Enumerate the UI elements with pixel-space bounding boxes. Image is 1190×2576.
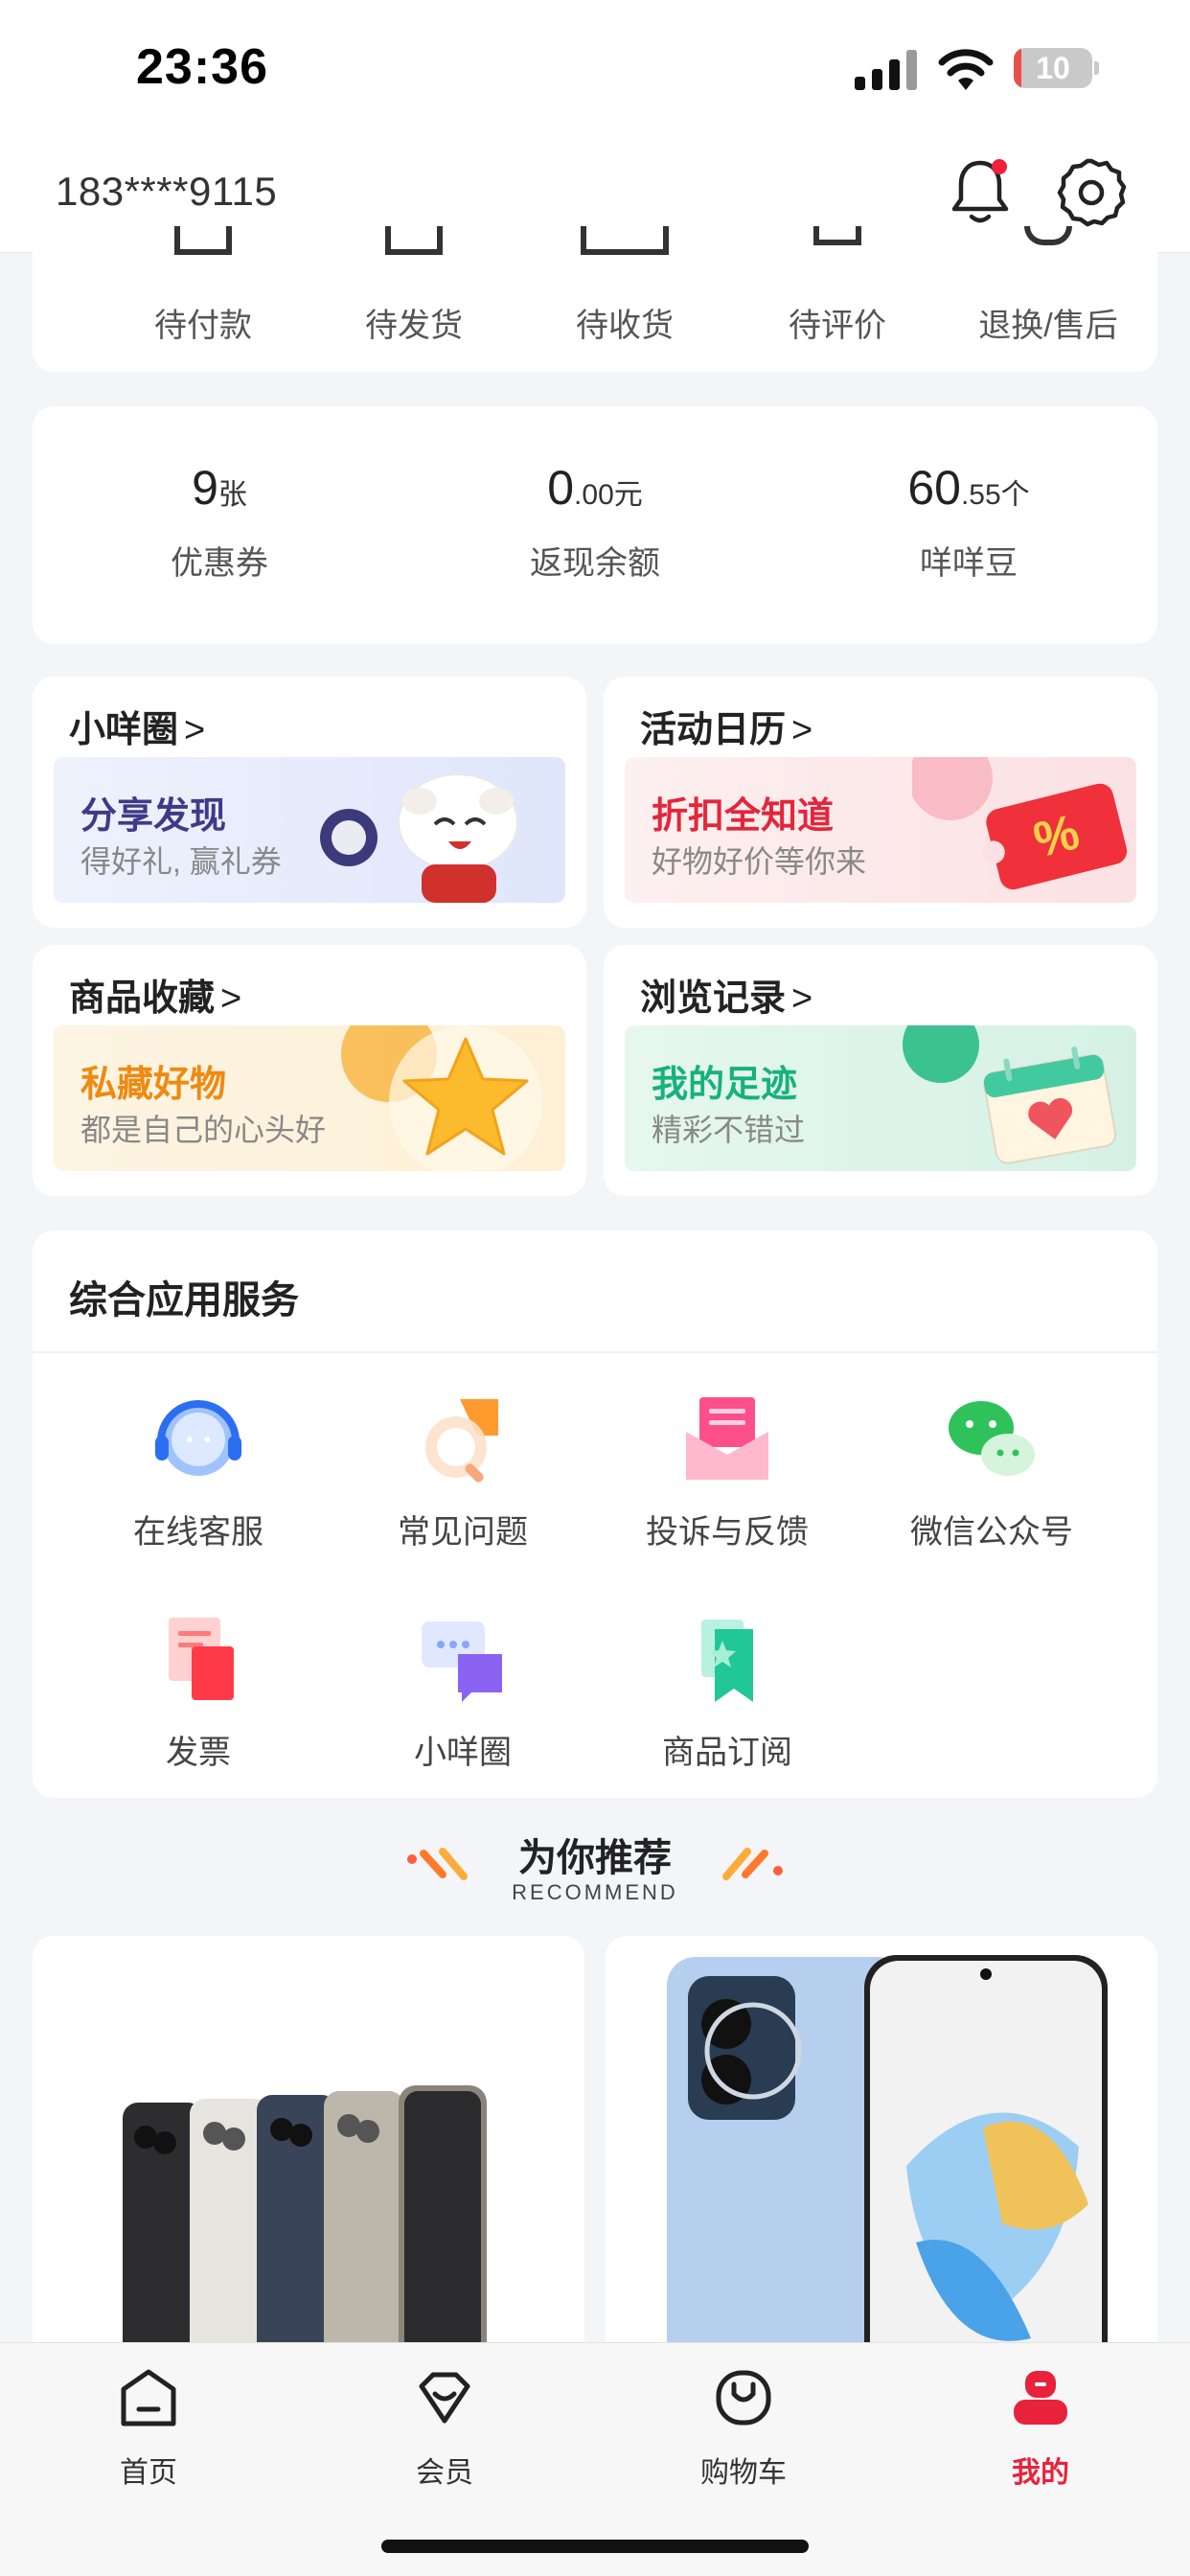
service-subscription[interactable]: 商品订阅: [595, 1612, 859, 1773]
chevron-right-icon: >: [220, 978, 242, 1019]
recommend-subtitle: RECOMMEND: [512, 1880, 678, 1904]
history-banner: 我的足迹 精彩不错过: [625, 1025, 1136, 1171]
chevron-right-icon: >: [791, 710, 813, 750]
stat-cashback[interactable]: 0.00元 返现余额: [408, 460, 782, 584]
mascot-icon: [320, 773, 518, 903]
cart-icon: [716, 2370, 771, 2426]
wallet-icon: [174, 226, 232, 255]
profile-icon: [1014, 2371, 1067, 2425]
truck-icon: [581, 226, 669, 255]
comment-icon: [813, 226, 861, 245]
home-icon: [121, 2369, 176, 2426]
member-icon: [419, 2372, 470, 2424]
user-phone: 183****9115: [56, 169, 278, 214]
question-icon: [425, 1399, 498, 1483]
headset-icon: [155, 1400, 241, 1476]
calendar-banner: 折扣全知道 好物好价等你来 %: [625, 757, 1136, 903]
tab-cart[interactable]: 购物车: [648, 2367, 839, 2491]
envelope-icon: [686, 1397, 768, 1480]
service-feedback[interactable]: 投诉与反馈: [595, 1392, 859, 1552]
star-icon: [341, 1025, 542, 1171]
service-invoice[interactable]: 发票: [66, 1612, 331, 1773]
tile-history[interactable]: 浏览记录 > 我的足迹 精彩不错过: [604, 945, 1157, 1196]
divider: [33, 1351, 1157, 1353]
community-banner: 分享发现 得好礼, 赢礼券: [54, 757, 565, 903]
status-time: 23:36: [136, 39, 268, 95]
wifi-icon: [938, 49, 994, 90]
shield-icon: [1024, 226, 1072, 245]
stat-coupons[interactable]: 9张 优惠券: [33, 460, 406, 584]
order-status-card: 待付款 待发货 待收货 待评价 退换/售后: [33, 226, 1157, 372]
box-icon: [385, 226, 443, 255]
service-community[interactable]: 小咩圈: [331, 1612, 595, 1773]
tile-favorites[interactable]: 商品收藏 > 私藏好物 都是自己的心头好: [33, 945, 586, 1196]
calendar-heart-icon: [903, 1025, 1117, 1164]
tab-member[interactable]: 会员: [349, 2367, 540, 2491]
chevron-right-icon: >: [184, 710, 206, 750]
stat-beans[interactable]: 60.55个 咩咩豆: [782, 460, 1156, 584]
tab-profile[interactable]: 我的: [945, 2367, 1136, 2491]
favorites-banner: 私藏好物 都是自己的心头好: [54, 1025, 565, 1171]
assets-card: 9张 优惠券 0.00元 返现余额 60.55个 咩咩豆: [33, 406, 1157, 644]
home-indicator: [381, 2540, 809, 2553]
bookmark-icon: [701, 1620, 753, 1702]
battery-icon: 10: [1014, 48, 1100, 88]
recommend-decoration-right-icon: [722, 1848, 783, 1880]
notification-dot: [992, 159, 1007, 174]
gear-icon[interactable]: [1056, 157, 1127, 228]
recommend-title: 为你推荐: [518, 1837, 672, 1879]
wechat-icon: [949, 1401, 1035, 1476]
product-image: [123, 2085, 487, 2367]
invoice-icon: [169, 1618, 234, 1700]
chat-bubbles-icon: [422, 1622, 502, 1702]
tile-activity-calendar[interactable]: 活动日历 > 折扣全知道 好物好价等你来 %: [604, 677, 1157, 928]
service-faq[interactable]: 常见问题: [331, 1392, 595, 1552]
services-title: 综合应用服务: [69, 1279, 299, 1322]
services-card: 综合应用服务 在线客服 常见问题 投诉与反馈 微信公众号 发票 小咩圈 商品订阅: [33, 1230, 1157, 1798]
discount-ticket-icon: %: [912, 757, 1128, 890]
tab-home[interactable]: 首页: [53, 2367, 244, 2491]
service-wechat[interactable]: 微信公众号: [859, 1392, 1124, 1552]
chevron-right-icon: >: [791, 978, 813, 1019]
cellular-signal-icon: [855, 50, 917, 90]
service-online-support[interactable]: 在线客服: [66, 1392, 331, 1552]
tile-community[interactable]: 小咩圈 > 分享发现 得好礼, 赢礼券: [33, 677, 586, 928]
